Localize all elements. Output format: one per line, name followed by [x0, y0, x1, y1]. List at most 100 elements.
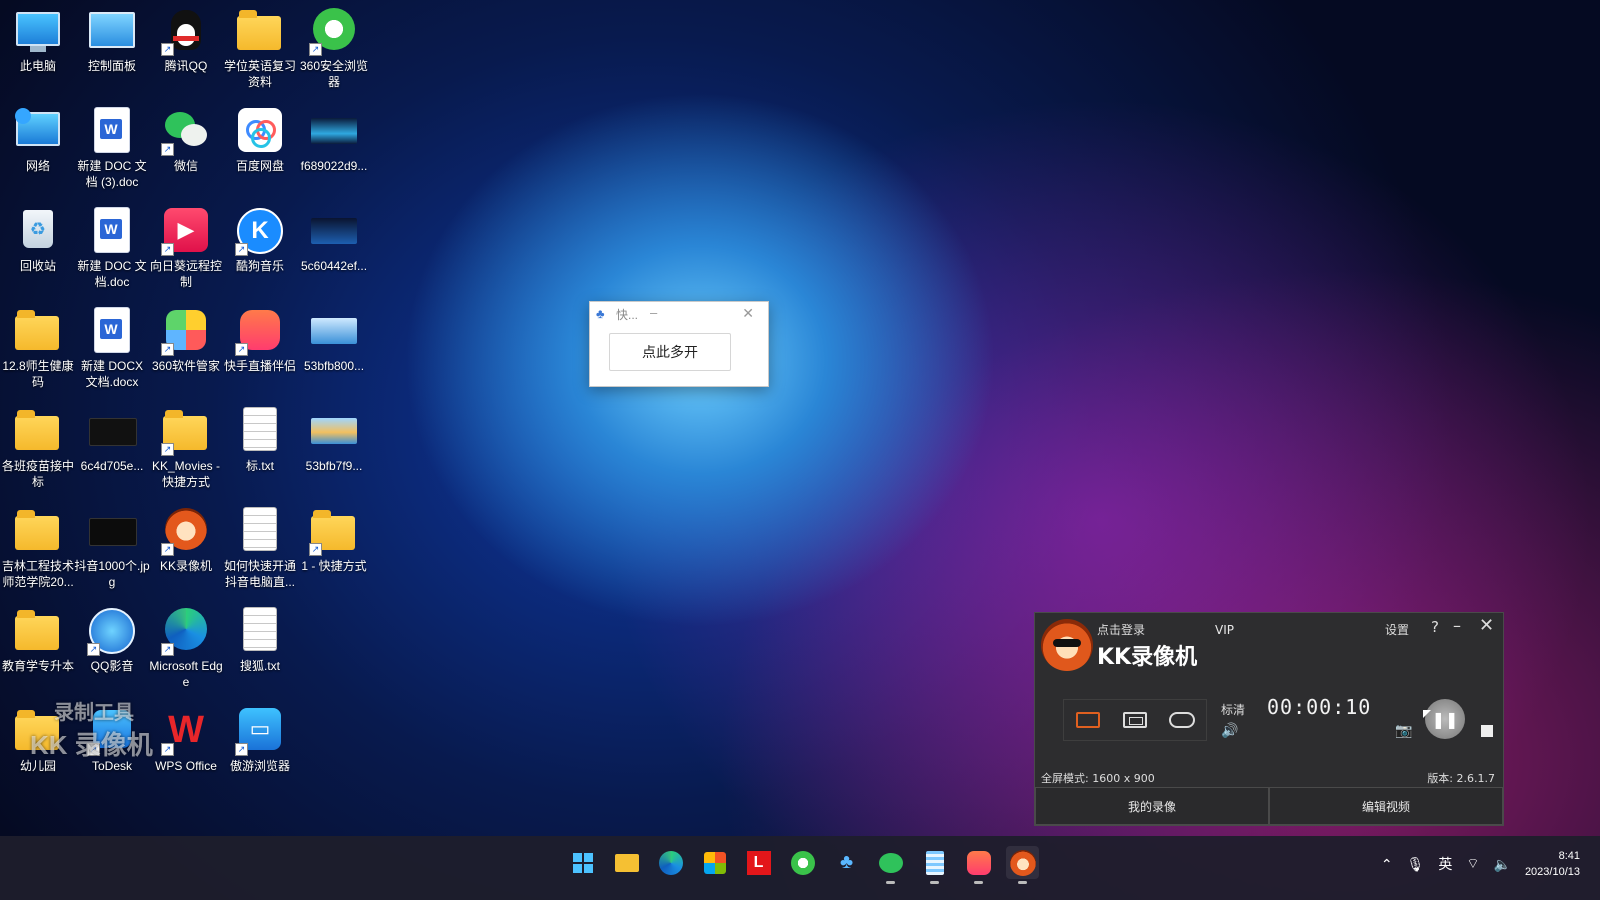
desktop-icon-5c60[interactable]: 5c60442ef...	[296, 200, 372, 274]
desktop-icon-recycle-bin[interactable]: ♻ 回收站	[0, 200, 76, 274]
desktop-icon-docx[interactable]: W 新建 DOCX 文档.docx	[74, 300, 150, 390]
mode-info: 全屏模式: 1600 x 900	[1041, 772, 1155, 785]
taskbar-lenovo-app[interactable]: L	[742, 846, 775, 879]
game-mode-button[interactable]	[1167, 709, 1197, 731]
desktop-icon-kk-movies[interactable]: ↗ KK_Movies - 快捷方式	[148, 400, 224, 490]
kuaishou-icon	[966, 850, 991, 875]
folder-icon: ↗	[309, 508, 357, 556]
my-recordings-button[interactable]: 我的录像	[1035, 787, 1269, 825]
edit-video-button[interactable]: 编辑视频	[1269, 787, 1503, 825]
desktop-icon-jilin-folder[interactable]: 吉林工程技术师范学院20...	[0, 500, 76, 590]
desktop-icon-edge[interactable]: ↗ Microsoft Edge	[148, 600, 224, 690]
camera-icon[interactable]: 📷	[1395, 723, 1412, 739]
desktop-icon-maxthon[interactable]: ▭ ↗ 傲游浏览器	[222, 700, 298, 774]
taskbar-kuaishou[interactable]	[962, 846, 995, 884]
folder-icon: ↗	[161, 408, 209, 456]
region-icon	[1122, 712, 1147, 728]
mouse-cursor	[1423, 710, 1431, 718]
desktop-icon-kk-recorder[interactable]: ↗ KK录像机	[148, 500, 224, 574]
desktop-icon-baidu-pan[interactable]: 百度网盘	[222, 100, 298, 174]
login-link[interactable]: 点击登录	[1097, 621, 1145, 638]
desktop-icon-this-pc[interactable]: 此电脑	[0, 0, 76, 74]
desktop-icon-douyin-jpg[interactable]: 抖音1000个.jpg	[74, 500, 150, 590]
fullscreen-mode-button[interactable]	[1073, 709, 1103, 731]
desktop-icon-sunlogin[interactable]: ▶ ↗ 向日葵远程控制	[148, 200, 224, 290]
desktop-icon-network[interactable]: 网络	[0, 100, 76, 174]
desktop-icon-english-folder[interactable]: 学位英语复习资料	[222, 0, 298, 90]
recording-timer: 00:00:10	[1267, 695, 1372, 719]
taskbar-network-app[interactable]: ♣	[830, 846, 863, 879]
taskbar-store[interactable]	[698, 846, 731, 879]
monitor-icon	[15, 8, 61, 54]
close-icon[interactable]: ✕	[742, 305, 754, 322]
desktop-icon-360-browser[interactable]: ↗ 360安全浏览器	[296, 0, 372, 90]
desktop-icon-360-software[interactable]: ↗ 360软件管家	[148, 300, 224, 374]
desktop-icon-kugou[interactable]: K ↗ 酷狗音乐	[222, 200, 298, 274]
quality-selector[interactable]: 标清	[1221, 701, 1245, 718]
wifi-icon[interactable]: ⌔	[1466, 855, 1479, 873]
desktop-icon-sohu-txt[interactable]: 搜狐.txt	[222, 600, 298, 674]
desktop-icon-shortcut-1[interactable]: ↗ 1 - 快捷方式	[296, 500, 372, 574]
dialog-title-bar: ♣ 快... – ✕	[590, 302, 768, 326]
clock[interactable]: 8:41 2023/10/13	[1525, 848, 1580, 880]
desktop-icon-f689[interactable]: f689022d9...	[296, 100, 372, 174]
l-app-icon: L	[746, 850, 771, 875]
desktop-icon-vaccine-folder[interactable]: 各班疫苗接中标	[0, 400, 76, 490]
volume-icon[interactable]: 🔊	[1221, 723, 1238, 739]
word-doc-icon: W	[89, 108, 135, 154]
text-file-icon	[237, 408, 283, 454]
recording-mode-selector	[1063, 699, 1207, 741]
taskbar-360-browser[interactable]	[786, 846, 819, 879]
desktop-icon-qq[interactable]: ↗ 腾讯QQ	[148, 0, 224, 74]
desktop-icon-doc-3[interactable]: W 新建 DOC 文档 (3).doc	[74, 100, 150, 190]
image-thumbnail-icon	[89, 508, 137, 554]
desktop-icon-education-folder[interactable]: 教育学专升本	[0, 600, 76, 674]
desktop-icon-qq-player[interactable]: ↗ QQ影音	[74, 600, 150, 674]
desktop-icon-53bfb7f9[interactable]: 53bfb7f9...	[296, 400, 372, 474]
taskbar-file-explorer[interactable]	[610, 846, 643, 879]
taskbar-edge[interactable]	[654, 846, 687, 879]
multi-open-button[interactable]: 点此多开	[609, 333, 731, 371]
help-icon[interactable]: ?	[1431, 618, 1439, 636]
start-button[interactable]	[566, 846, 599, 879]
ime-indicator[interactable]: 英	[1438, 854, 1452, 874]
desktop-icon-doc[interactable]: W 新建 DOC 文档.doc	[74, 200, 150, 290]
desktop-icon-biao-txt[interactable]: 标.txt	[222, 400, 298, 474]
system-tray: ⌃ 🎙 英 ⌔ 🔈 8:41 2023/10/13	[1381, 844, 1580, 884]
region-mode-button[interactable]	[1120, 709, 1150, 731]
kk-recorder-window: 点击登录 VIP KK录像机 设置 ? – ✕ 标清 🔊 00:00:10 📷 …	[1034, 612, 1504, 826]
minimize-icon[interactable]: –	[1453, 616, 1461, 635]
desktop-icon-health-code[interactable]: 12.8师生健康码	[0, 300, 76, 390]
chevron-up-icon[interactable]: ⌃	[1381, 856, 1393, 873]
desktop-icon-image-6c4d[interactable]: 6c4d705e...	[74, 400, 150, 474]
settings-button[interactable]: 设置	[1385, 621, 1409, 638]
minimize-icon[interactable]: –	[650, 305, 657, 320]
speaker-icon[interactable]: 🔈	[1494, 856, 1511, 873]
windows-icon	[572, 852, 593, 873]
image-thumbnail-icon	[311, 408, 357, 454]
text-file-icon	[237, 608, 283, 654]
360-browser-icon	[790, 850, 815, 875]
pause-button[interactable]: ❚❚	[1425, 699, 1465, 739]
desktop-icon-wechat[interactable]: ↗ 微信	[148, 100, 224, 174]
image-thumbnail-icon	[89, 408, 137, 454]
taskbar-kk-recorder[interactable]	[1006, 846, 1039, 884]
taskbar-wechat[interactable]	[874, 846, 907, 884]
vip-link[interactable]: VIP	[1215, 623, 1234, 637]
stop-button[interactable]	[1481, 725, 1493, 737]
taskbar-notepad[interactable]	[918, 846, 951, 884]
microphone-icon[interactable]: 🎙	[1407, 856, 1425, 873]
network-icon	[15, 108, 61, 154]
desktop-icon-53bfb800[interactable]: 53bfb800...	[296, 300, 372, 374]
desktop-icon-wps[interactable]: W ↗ WPS Office	[148, 700, 224, 774]
taskbar-apps: L ♣	[566, 846, 1039, 884]
close-icon[interactable]: ✕	[1479, 615, 1494, 636]
multi-open-dialog: ♣ 快... – ✕ 点此多开	[589, 301, 769, 387]
360-software-manager-icon: ↗	[161, 308, 209, 356]
kuaishou-icon: ↗	[235, 308, 283, 356]
desktop-icon-kuaishou-live[interactable]: ↗ 快手直播伴侣	[222, 300, 298, 374]
desktop-icon-douyin-guide[interactable]: 如何快速开通抖音电脑直...	[222, 500, 298, 590]
folder-icon	[15, 608, 61, 654]
wechat-icon	[878, 852, 903, 873]
desktop-icon-control-panel[interactable]: 控制面板	[74, 0, 150, 74]
